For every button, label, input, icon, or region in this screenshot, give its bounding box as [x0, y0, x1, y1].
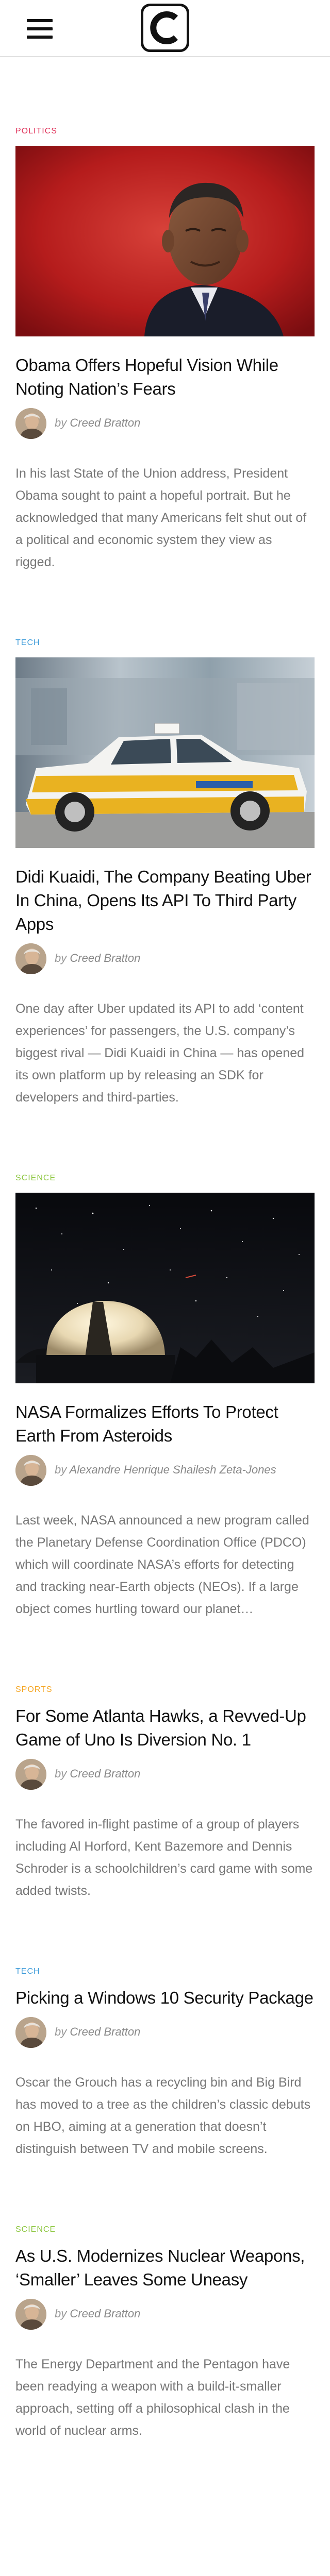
hamburger-line: [27, 27, 53, 30]
by-label: by: [55, 416, 67, 429]
author-avatar[interactable]: [15, 943, 46, 974]
hamburger-line: [27, 19, 53, 22]
by-label: by: [55, 2025, 67, 2038]
byline: by Creed Bratton: [15, 943, 315, 974]
author-name-wrap: by Alexandre Henrique Shailesh Zeta-Jone…: [55, 1462, 276, 1478]
author-name-wrap: by Creed Bratton: [55, 1766, 140, 1782]
author-name-wrap: by Creed Bratton: [55, 2024, 140, 2040]
author-name-wrap: by Creed Bratton: [55, 415, 140, 431]
article-feed: Politics: [0, 57, 330, 2442]
category-label[interactable]: Politics: [15, 126, 315, 137]
by-label: by: [55, 1767, 67, 1780]
author-name[interactable]: Creed Bratton: [70, 2307, 140, 2320]
article-excerpt: Last week, NASA announced a new program …: [15, 1513, 309, 1616]
article-card[interactable]: Sports For Some Atlanta Hawks, a Revved-…: [15, 1620, 315, 1902]
article-card[interactable]: Science: [15, 1109, 315, 1620]
author-name[interactable]: Creed Bratton: [70, 1767, 140, 1780]
author-name-wrap: by Creed Bratton: [55, 951, 140, 966]
author-name-wrap: by Creed Bratton: [55, 2306, 140, 2321]
article-image-taxi[interactable]: [15, 657, 315, 848]
article-headline[interactable]: NASA Formalizes Efforts To Protect Earth…: [15, 1400, 315, 1448]
author-avatar[interactable]: [15, 1759, 46, 1790]
author-name[interactable]: Creed Bratton: [70, 2025, 140, 2038]
article-headline[interactable]: Picking a Windows 10 Security Package: [15, 1986, 315, 2010]
article-headline[interactable]: Didi Kuaidi, The Company Beating Uber In…: [15, 865, 315, 936]
author-name[interactable]: Creed Bratton: [70, 952, 140, 964]
article-excerpt: The Energy Department and the Pentagon h…: [15, 2357, 290, 2438]
article-headline[interactable]: For Some Atlanta Hawks, a Revved-Up Game…: [15, 1704, 315, 1752]
byline: by Creed Bratton: [15, 408, 315, 439]
article-excerpt: One day after Uber updated its API to ad…: [15, 1002, 305, 1105]
category-label[interactable]: Tech: [15, 638, 315, 648]
article-excerpt: Oscar the Grouch has a recycling bin and…: [15, 2075, 311, 2156]
author-name[interactable]: Alexandre Henrique Shailesh Zeta-Jones: [70, 1463, 276, 1476]
article-card[interactable]: Politics: [15, 57, 315, 573]
hamburger-line: [27, 36, 53, 39]
top-bar: [0, 0, 330, 57]
hamburger-menu-icon[interactable]: [27, 19, 53, 39]
byline: by Creed Bratton: [15, 2017, 315, 2048]
by-label: by: [55, 2307, 67, 2320]
site-logo[interactable]: [141, 4, 189, 52]
byline: by Creed Bratton: [15, 2299, 315, 2330]
article-headline[interactable]: Obama Offers Hopeful Vision While Noting…: [15, 353, 315, 401]
by-label: by: [55, 952, 67, 964]
author-avatar[interactable]: [15, 1455, 46, 1486]
article-headline[interactable]: As U.S. Modernizes Nuclear Weapons, ‘Sma…: [15, 2244, 315, 2292]
category-label[interactable]: Tech: [15, 1967, 315, 1977]
author-avatar[interactable]: [15, 408, 46, 439]
byline: by Creed Bratton: [15, 1759, 315, 1790]
article-image-observatory[interactable]: [15, 1193, 315, 1383]
article-card[interactable]: Science As U.S. Modernizes Nuclear Weapo…: [15, 2160, 315, 2442]
author-avatar[interactable]: [15, 2017, 46, 2048]
article-card[interactable]: Tech: [15, 573, 315, 1109]
by-label: by: [55, 1463, 67, 1476]
article-excerpt: The favored in-flight pastime of a group…: [15, 1817, 313, 1898]
article-card[interactable]: Tech Picking a Windows 10 Security Packa…: [15, 1902, 315, 2160]
author-name[interactable]: Creed Bratton: [70, 416, 140, 429]
article-image-obama[interactable]: [15, 146, 315, 336]
category-label[interactable]: Sports: [15, 1685, 315, 1695]
byline: by Alexandre Henrique Shailesh Zeta-Jone…: [15, 1455, 315, 1486]
category-label[interactable]: Science: [15, 2225, 315, 2235]
category-label[interactable]: Science: [15, 1173, 315, 1183]
logo-c-icon: [150, 11, 178, 44]
author-avatar[interactable]: [15, 2299, 46, 2330]
article-excerpt: In his last State of the Union address, …: [15, 466, 307, 569]
